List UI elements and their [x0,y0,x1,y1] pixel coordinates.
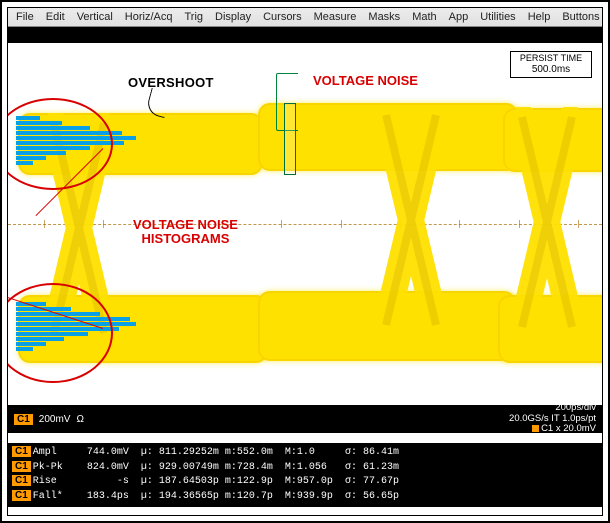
menu-trig[interactable]: Trig [180,9,207,25]
histogram-bottom [16,301,136,352]
persist-time-box: PERSIST TIME 500.0ms [510,51,592,78]
screenshot-outer: File Edit Vertical Horiz/Acq Trig Displa… [0,0,610,523]
eye-trace-bot-b [258,291,516,361]
eye-trace-bot-c [498,295,602,363]
meas-row-ampl: C1Ampl 744.0mV µ: 811.29252m m:552.0m M:… [12,445,598,460]
meas-row-pkpk: C1Pk-Pk 824.0mV µ: 929.00749m m:728.4m M… [12,460,598,475]
persist-value: 500.0ms [513,64,589,76]
trigger-level: x 20.0mV [556,423,596,434]
toolbar-strip [8,27,602,43]
waveform-display[interactable]: OVERSHOOT VOLTAGE NOISE VOLTAGE NOISE HI… [8,43,602,405]
meas-row-fall: C1Fall* 183.4ps µ: 194.36565p m:120.7p M… [12,489,598,504]
timebase-line3: C1 x 20.0mV [509,424,596,435]
annotation-voltage-noise: VOLTAGE NOISE [313,73,418,88]
menu-cursors[interactable]: Cursors [259,9,306,25]
voltage-noise-sample-box [284,103,296,175]
menu-buttons[interactable]: Buttons [558,9,603,25]
timebase-line1: 200ps/div [509,403,596,414]
trigger-chan: C1 [541,423,553,434]
menu-file[interactable]: File [12,9,38,25]
menu-masks[interactable]: Masks [364,9,404,25]
channel-info-bar: C1 200mV Ω 200ps/div 20.0GS/s IT 1.0ps/p… [8,405,602,433]
meas-row-rise: C1Rise -s µ: 187.64503p m:122.9p M:957.0… [12,474,598,489]
menu-app[interactable]: App [445,9,473,25]
menu-vertical[interactable]: Vertical [73,9,117,25]
menu-edit[interactable]: Edit [42,9,69,25]
eye-trace-top-c [503,108,602,172]
menu-help[interactable]: Help [524,9,555,25]
menu-measure[interactable]: Measure [310,9,361,25]
menu-math[interactable]: Math [408,9,440,25]
timebase-info: 200ps/div 20.0GS/s IT 1.0ps/pt C1 x 20.0… [509,403,596,436]
histogram-top [16,115,136,166]
channel-chip-c1[interactable]: C1 [14,414,33,425]
annotation-histograms-line2: HISTOGRAMS [142,231,230,246]
menu-utilities[interactable]: Utilities [476,9,519,25]
trigger-marker-icon [532,425,539,432]
channel-coupling-icon: Ω [76,414,83,425]
menu-horiz[interactable]: Horiz/Acq [121,9,177,25]
menu-display[interactable]: Display [211,9,255,25]
channel-scale: 200mV [39,414,71,425]
time-axis [8,224,602,225]
annotation-histograms: VOLTAGE NOISE HISTOGRAMS [133,218,238,247]
annotation-histograms-line1: VOLTAGE NOISE [133,217,238,232]
measurement-panel: C1Ampl 744.0mV µ: 811.29252m m:552.0m M:… [8,443,602,507]
screenshot-inner: File Edit Vertical Horiz/Acq Trig Displa… [7,7,603,516]
persist-title: PERSIST TIME [513,53,589,64]
annotation-overshoot: OVERSHOOT [128,75,214,90]
menu-bar: File Edit Vertical Horiz/Acq Trig Displa… [8,8,602,27]
